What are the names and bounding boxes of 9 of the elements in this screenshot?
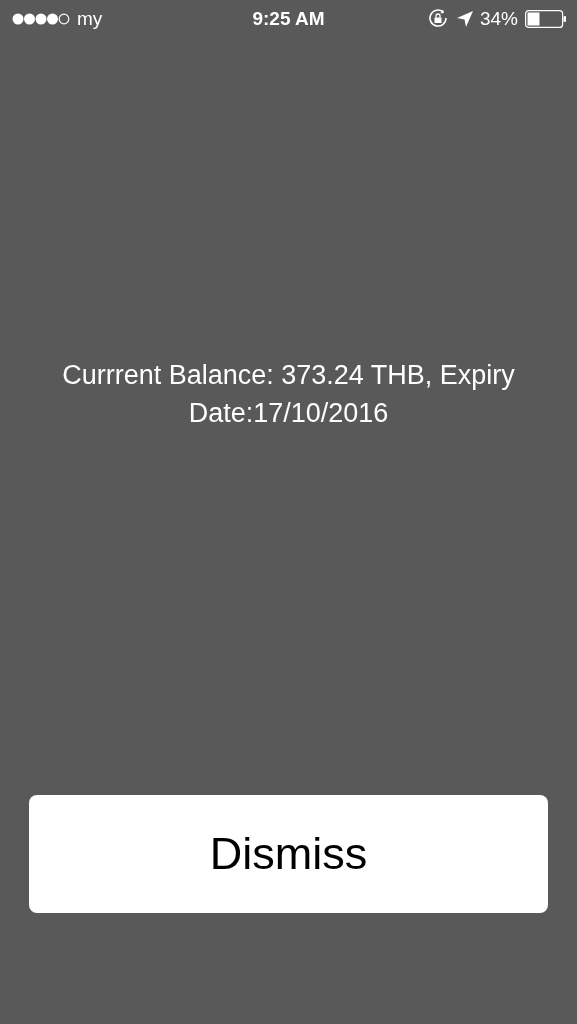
- balance-message: Currrent Balance: 373.24 THB, Expiry Date:17/10/2016: [61, 359, 516, 430]
- rotation-lock-icon: [427, 9, 450, 29]
- signal-icon: [12, 13, 70, 25]
- location-arrow-icon: [456, 11, 473, 27]
- status-time: 9:25 AM: [252, 8, 325, 30]
- dismiss-button[interactable]: Dismiss: [29, 795, 548, 913]
- carrier-name: my: [77, 8, 103, 30]
- battery-percent: 34%: [479, 8, 518, 30]
- battery-icon: [525, 10, 567, 28]
